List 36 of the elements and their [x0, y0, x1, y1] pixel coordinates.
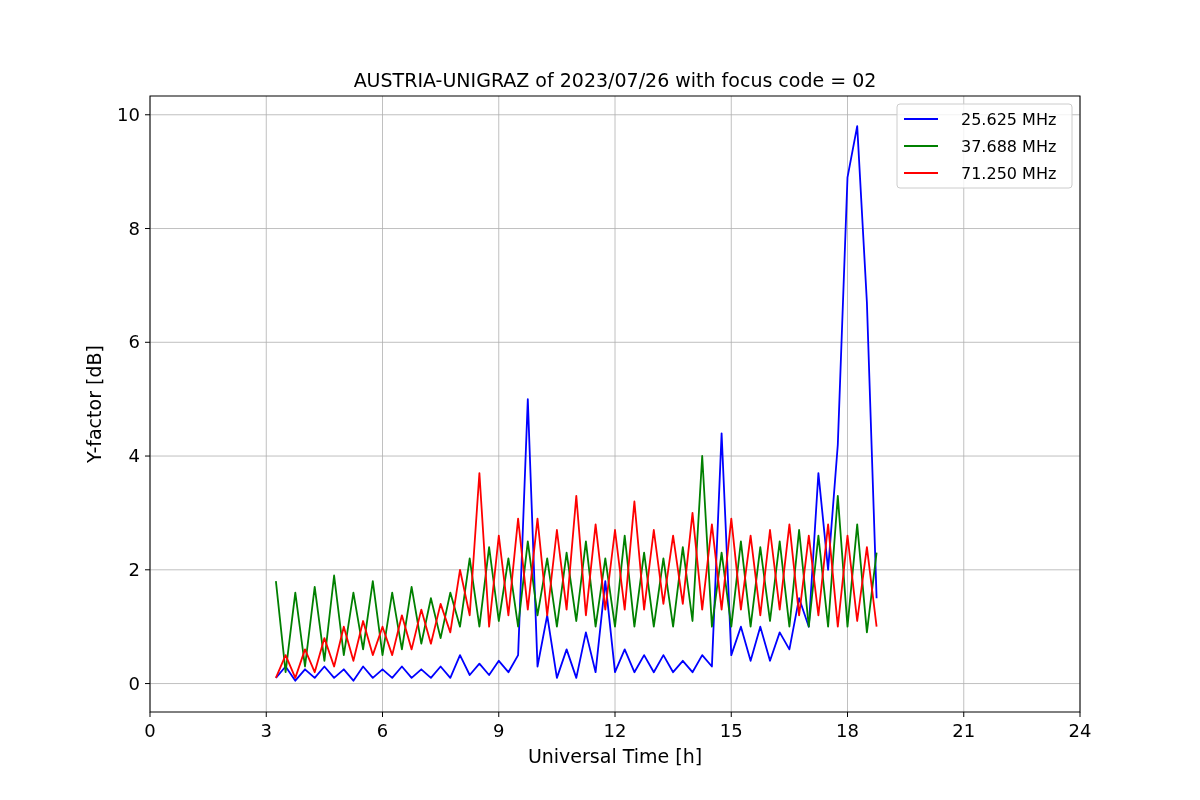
x-tick-label: 12	[603, 720, 627, 741]
tick-mark	[149, 711, 151, 718]
x-tick-label: 6	[376, 720, 389, 741]
x-tick-label: 18	[836, 720, 859, 741]
tick-mark	[144, 228, 151, 230]
legend-label: 37.688 MHz	[961, 137, 1057, 156]
y-tick-label: 4	[128, 445, 140, 467]
tick-mark	[144, 569, 151, 571]
tick-mark	[144, 114, 151, 116]
y-tick-label: 10	[117, 103, 140, 125]
x-tick-label: 0	[144, 720, 156, 741]
y-tick-label: 0	[128, 672, 140, 694]
y-tick-label: 8	[128, 217, 140, 239]
tick-mark	[1079, 711, 1081, 718]
legend-label: 25.625 MHz	[961, 110, 1057, 129]
tick-mark	[498, 711, 500, 718]
tick-mark	[847, 711, 848, 718]
tick-mark	[963, 711, 965, 718]
y-axis-label: Y-factor [dB]	[83, 345, 105, 463]
x-axis-label: Universal Time [h]	[527, 745, 703, 767]
x-tick-label: 3	[260, 720, 272, 741]
tick-mark	[144, 455, 151, 457]
x-tick-label: 21	[952, 720, 976, 741]
tick-mark	[144, 683, 151, 685]
x-tick-label: 24	[1068, 720, 1092, 741]
y-tick-label: 6	[128, 331, 140, 353]
tick-mark	[382, 711, 383, 718]
x-tick-label: 9	[493, 720, 505, 741]
tick-mark	[265, 711, 267, 718]
chart-title: AUSTRIA-UNIGRAZ of 2023/07/26 with focus code = 02	[353, 69, 877, 91]
tick-mark	[730, 711, 732, 718]
legend-label: 71.250 MHz	[961, 164, 1057, 183]
tick-mark	[144, 341, 151, 343]
y-tick-label: 2	[128, 558, 140, 580]
x-tick-label: 15	[719, 720, 743, 741]
tick-mark	[614, 711, 616, 718]
